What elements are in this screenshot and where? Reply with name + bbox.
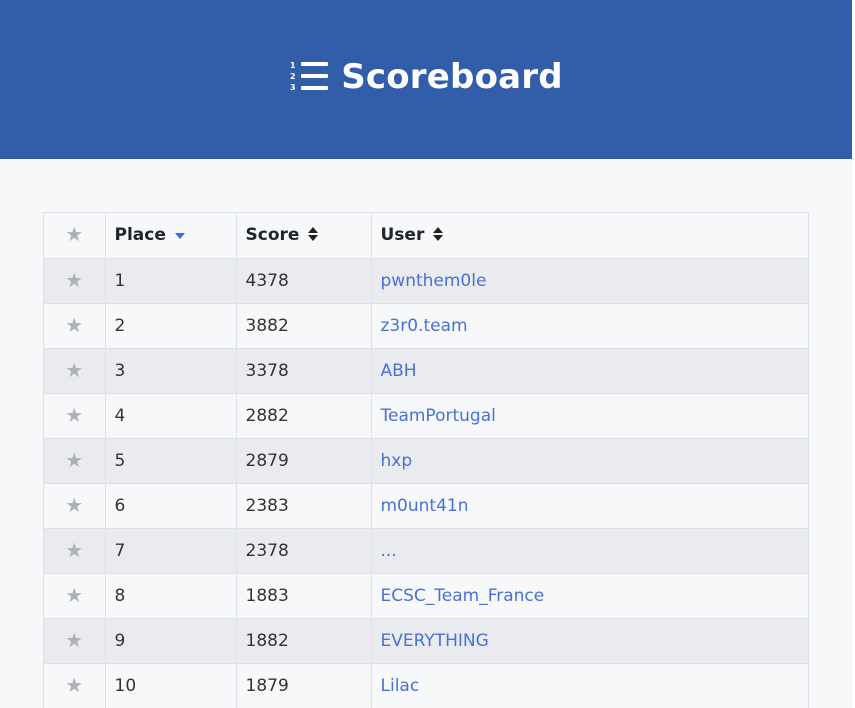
- star-icon[interactable]: ★: [65, 222, 83, 246]
- user-cell: z3r0.team: [371, 303, 808, 349]
- place-cell: 3: [105, 348, 237, 394]
- place-cell: 7: [105, 528, 237, 574]
- table-row: ★ 7 2378...: [44, 528, 808, 574]
- star-icon[interactable]: ★: [65, 313, 83, 337]
- sort-descending-icon[interactable]: [174, 233, 185, 240]
- table-row: ★ 5 2879 hxp: [44, 438, 808, 484]
- table-row: ★ 1 4378 pwnthem0le: [44, 258, 808, 304]
- score-cell: 4378: [236, 258, 372, 304]
- score-header-label: Score: [245, 225, 300, 246]
- svg-text:3: 3: [290, 83, 296, 92]
- user-link[interactable]: Lilac: [381, 676, 420, 696]
- user-cell: ABH: [371, 348, 808, 394]
- table-row: ★ 10 1879 Lilac: [44, 663, 808, 708]
- favorite-cell[interactable]: ★: [44, 483, 106, 529]
- score-cell: 2879: [236, 438, 372, 484]
- svg-text:1: 1: [290, 61, 296, 70]
- sort-icon[interactable]: [308, 227, 319, 242]
- user-link[interactable]: m0unt41n: [381, 496, 469, 516]
- place-column-header[interactable]: Place: [105, 213, 237, 259]
- user-header-label: User: [380, 225, 425, 246]
- svg-text:2: 2: [290, 72, 296, 81]
- score-cell: 2383: [236, 483, 372, 529]
- list-ol-icon: 1 2 3: [290, 61, 329, 92]
- user-link[interactable]: ECSC_Team_France: [381, 586, 545, 606]
- table-row: ★ 2 3882 z3r0.team: [44, 303, 808, 349]
- place-cell: 1: [105, 258, 237, 304]
- user-cell: TeamPortugal: [371, 393, 808, 439]
- star-icon[interactable]: ★: [65, 448, 83, 472]
- user-link[interactable]: EVERYTHING: [381, 631, 489, 651]
- user-cell: ECSC_Team_France: [371, 573, 808, 619]
- favorite-cell[interactable]: ★: [44, 303, 106, 349]
- favorite-cell[interactable]: ★: [44, 258, 106, 304]
- table-row: ★ 9 1882 EVERYTHING: [44, 618, 808, 664]
- place-cell: 6: [105, 483, 237, 529]
- star-icon[interactable]: ★: [65, 628, 83, 652]
- table-row: ★ 4 2882 TeamPortugal: [44, 393, 808, 439]
- page-title: Scoreboard: [341, 56, 563, 97]
- place-cell: 2: [105, 303, 237, 349]
- user-link[interactable]: pwnthem0le: [381, 271, 487, 291]
- table-header-row: ★ Place Score User: [44, 213, 808, 259]
- scoreboard-table: ★ Place Score User ★ 1 4378 pwnthem0le ★ 2 388…: [44, 213, 808, 708]
- table-row: ★ 6 2383 m0unt41n: [44, 483, 808, 529]
- user-column-header[interactable]: User: [371, 213, 808, 259]
- place-cell: 9: [105, 618, 237, 664]
- user-cell: m0unt41n: [371, 483, 808, 529]
- scoreboard-table-container: ★ Place Score User ★ 1 4378 pwnthem0le ★ 2 388…: [43, 212, 809, 708]
- user-link[interactable]: z3r0.team: [381, 316, 468, 336]
- score-cell: 3882: [236, 303, 372, 349]
- user-link[interactable]: ...: [381, 541, 397, 561]
- score-cell: 3378: [236, 348, 372, 394]
- star-icon[interactable]: ★: [65, 268, 83, 292]
- page-header: 1 2 3 Scoreboard: [0, 0, 852, 159]
- score-cell: 1882: [236, 618, 372, 664]
- user-link[interactable]: ABH: [381, 361, 417, 381]
- favorite-cell[interactable]: ★: [44, 618, 106, 664]
- user-cell: pwnthem0le: [371, 258, 808, 304]
- score-cell: 1879: [236, 663, 372, 708]
- favorite-cell[interactable]: ★: [44, 528, 106, 574]
- user-link[interactable]: TeamPortugal: [381, 406, 496, 426]
- star-icon[interactable]: ★: [65, 673, 83, 697]
- place-cell: 10: [105, 663, 237, 708]
- place-cell: 5: [105, 438, 237, 484]
- star-icon[interactable]: ★: [65, 358, 83, 382]
- favorite-cell[interactable]: ★: [44, 348, 106, 394]
- place-cell: 4: [105, 393, 237, 439]
- score-cell: 2378: [236, 528, 372, 574]
- favorite-cell[interactable]: ★: [44, 573, 106, 619]
- user-link[interactable]: hxp: [381, 451, 413, 471]
- sort-icon[interactable]: [433, 227, 444, 242]
- user-cell: EVERYTHING: [371, 618, 808, 664]
- star-icon[interactable]: ★: [65, 538, 83, 562]
- favorite-cell[interactable]: ★: [44, 393, 106, 439]
- place-header-label: Place: [114, 225, 166, 246]
- table-row: ★ 8 1883 ECSC_Team_France: [44, 573, 808, 619]
- favorite-cell[interactable]: ★: [44, 438, 106, 484]
- user-cell: ...: [371, 528, 808, 574]
- star-icon[interactable]: ★: [65, 583, 83, 607]
- user-cell: Lilac: [371, 663, 808, 708]
- star-icon[interactable]: ★: [65, 493, 83, 517]
- place-cell: 8: [105, 573, 237, 619]
- score-cell: 1883: [236, 573, 372, 619]
- score-column-header[interactable]: Score: [236, 213, 372, 259]
- title-wrap: 1 2 3 Scoreboard: [289, 57, 563, 97]
- table-row: ★ 3 3378 ABH: [44, 348, 808, 394]
- favorite-cell[interactable]: ★: [44, 663, 106, 708]
- score-cell: 2882: [236, 393, 372, 439]
- favorite-column-header[interactable]: ★: [44, 213, 106, 259]
- user-cell: hxp: [371, 438, 808, 484]
- star-icon[interactable]: ★: [65, 403, 83, 427]
